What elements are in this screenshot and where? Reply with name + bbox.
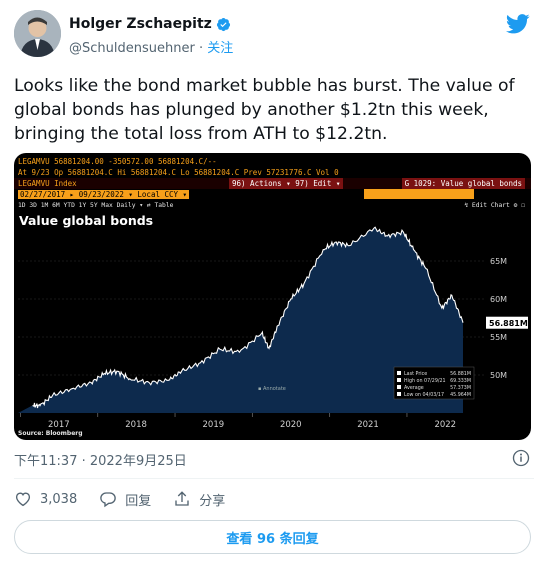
terminal-actions-menu[interactable]: 96) Actions ▾ 97) Edit ▾ [229,178,344,189]
like-count: 3,038 [40,491,78,507]
terminal-edit-chart[interactable]: ↯ Edit Chart ⚙ ☐ [464,200,525,211]
share-icon [175,491,189,506]
follow-button[interactable]: 关注 [207,41,233,56]
tweet-text: Looks like the bond market bubble has bu… [14,76,515,144]
tweet-timestamp[interactable]: 下午11:37 · 2022年9月25日 [14,450,187,469]
legend-label: Average [404,385,424,391]
divider [14,478,534,479]
terminal-row-2: At 9/23 Op 56881204.C Hi 56881204.C Lo 5… [18,168,339,177]
share-button[interactable]: 分享 [173,490,225,509]
annotate-label: ▪ Annotate [258,386,286,392]
heart-icon [15,492,31,507]
legend-value: 45.964M [450,392,471,398]
legend-swatch [397,385,401,389]
tweet-actions: 3,038 回复 分享 [14,488,225,510]
author-handle-row: @Schuldensuehner · 关注 [69,37,233,56]
author-name-row[interactable]: Holger Zschaepitz [69,16,231,32]
reply-button[interactable]: 回复 [99,490,151,509]
terminal-row-4: 02/27/2017 ▸ 09/23/2022 ▾ Local CCY ▾ [14,189,531,200]
twitter-bird-icon[interactable] [506,14,530,34]
legend-value: 57.373M [450,385,471,391]
view-replies-button[interactable]: 查看 96 条回复 [14,520,531,554]
avatar[interactable] [14,10,61,57]
tweet-media-chart[interactable]: LEGAMVU 56881204.00 -350572.00 56881204.… [14,153,531,440]
legend-label: Low on 04/03/17 [404,392,444,398]
author-handle[interactable]: @Schuldensuehner [69,41,195,56]
info-icon[interactable] [512,449,530,467]
y-tick-label: 65M [490,257,507,266]
legend-swatch [397,392,401,396]
reply-bubble-icon [100,492,117,508]
legend-swatch [397,371,401,375]
terminal-row-1: LEGAMVU 56881204.00 -350572.00 56881204.… [18,157,217,166]
y-tick-label: 60M [490,295,507,304]
terminal-date-range[interactable]: 02/27/2017 ▸ 09/23/2022 ▾ Local CCY ▾ [18,190,190,199]
separator-dot: · [198,41,208,56]
terminal-chart-name: G 1029: Value global bonds [401,178,525,189]
author-name[interactable]: Holger Zschaepitz [69,16,212,32]
chart-source: Source: Bloomberg [18,430,83,437]
legend-value: 56.881M [450,371,471,377]
terminal-ticker: LEGAMVU Index [18,179,77,188]
y-tick-label: 55M [490,333,507,342]
last-value-label: 56.881M [489,319,528,328]
terminal-row-5: 1D 3D 1M 6M YTD 1Y 5Y Max Daily ▾ ⇄ Tabl… [14,200,531,211]
legend-label: High on 07/29/21 [404,378,446,384]
legend-swatch [397,378,401,382]
legend-label: Last Price [404,371,427,377]
terminal-add-data-field[interactable] [364,189,474,199]
share-label: 分享 [199,493,226,509]
terminal-period-buttons[interactable]: 1D 3D 1M 6M YTD 1Y 5Y Max Daily ▾ ⇄ Tabl… [18,202,173,209]
verified-badge-icon [216,17,230,31]
y-tick-label: 50M [490,371,507,380]
terminal-row-3: LEGAMVU Index 96) Actions ▾ 97) Edit ▾ G… [14,178,531,189]
legend-value: 69.333M [450,378,471,384]
chart-plot: 50M55M60M65M56.881M2017 2018 2019 2020 2021 2… [18,226,528,430]
reply-label: 回复 [125,493,152,509]
tweet-header: Holger Zschaepitz @Schuldensuehner · 关注 [14,10,534,60]
like-button[interactable]: 3,038 [14,490,77,508]
